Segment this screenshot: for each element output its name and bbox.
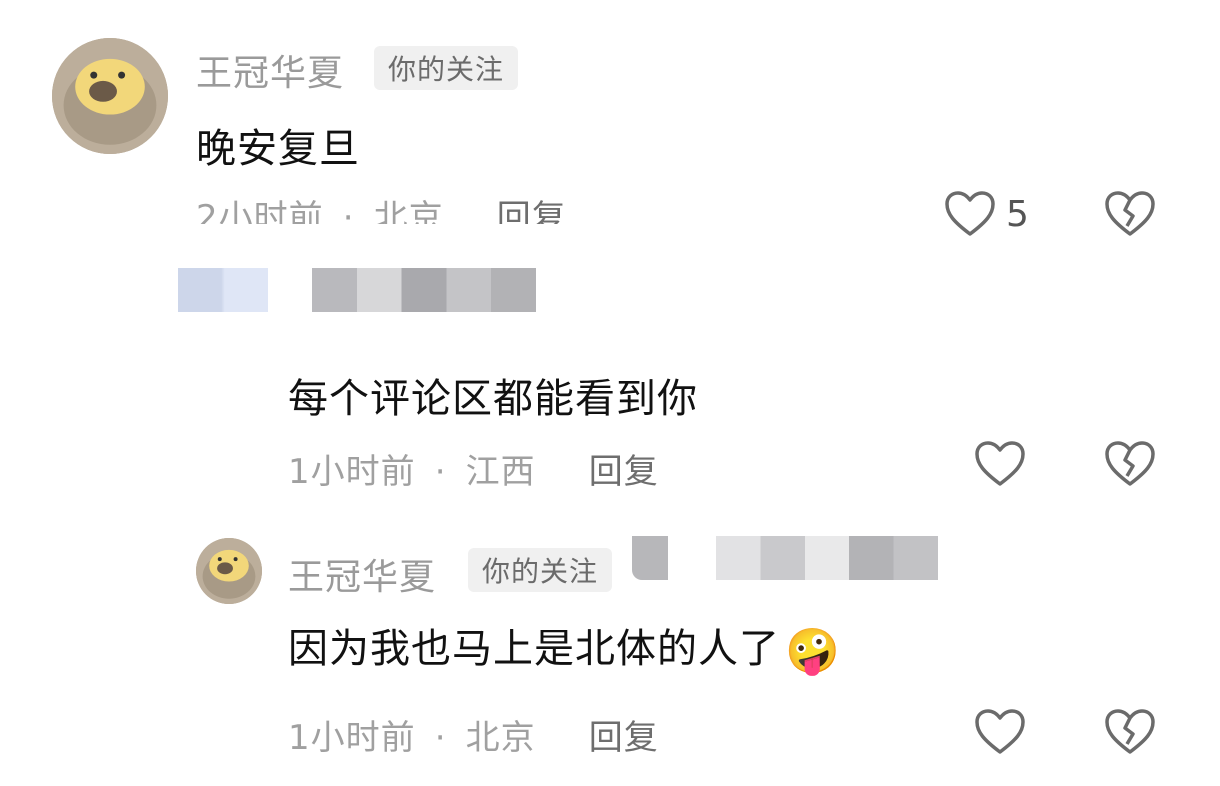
broken-heart-icon[interactable] [1104,440,1156,488]
reply-button[interactable]: 回复 [589,452,659,492]
avatar[interactable] [196,538,262,604]
meta-separator: · [434,718,447,758]
reply-button[interactable]: 回复 [589,718,659,758]
reply-button[interactable]: 回复 [497,198,567,224]
comment-meta: 1小时前 · 北京 回复 [288,710,728,760]
following-tag: 你的关注 [468,548,613,592]
comment-time: 1小时前 [288,452,416,492]
heart-outline-icon[interactable] [974,440,1026,488]
crazy-face-emoji-icon: 🤪 [785,626,840,677]
comment-text: 每个评论区都能看到你 [288,376,698,422]
username[interactable]: 王冠华夏 [288,548,436,600]
meta-separator: · [434,452,447,492]
redacted-text [632,536,668,580]
following-tag: 你的关注 [374,46,519,90]
broken-heart-icon[interactable] [1104,190,1156,238]
username[interactable]: 王冠华夏 [196,44,344,96]
redacted-name [178,268,268,312]
meta-separator: · [342,198,355,224]
comment-meta: 1小时前 · 江西 回复 [288,444,728,494]
avatar[interactable] [52,38,168,154]
like-count: 5 [1006,194,1029,235]
comment-meta: 2小时前 · 北京 回复 [196,190,616,224]
heart-outline-icon[interactable] [944,190,996,238]
comment-location: 江西 [465,452,536,492]
comment-text: 因为我也马上是北体的人了 🤪 [288,616,840,677]
comment-text-body: 因为我也马上是北体的人了 [288,626,780,672]
comment-location: 北京 [373,198,444,224]
redacted-text [716,536,938,580]
comment-text: 晚安复旦 [196,126,360,172]
broken-heart-icon[interactable] [1104,708,1156,756]
comment-time: 2小时前 [196,198,324,224]
redacted-text [312,268,536,312]
heart-outline-icon[interactable] [974,708,1026,756]
comment-location: 北京 [465,718,536,758]
comment-time: 1小时前 [288,718,416,758]
